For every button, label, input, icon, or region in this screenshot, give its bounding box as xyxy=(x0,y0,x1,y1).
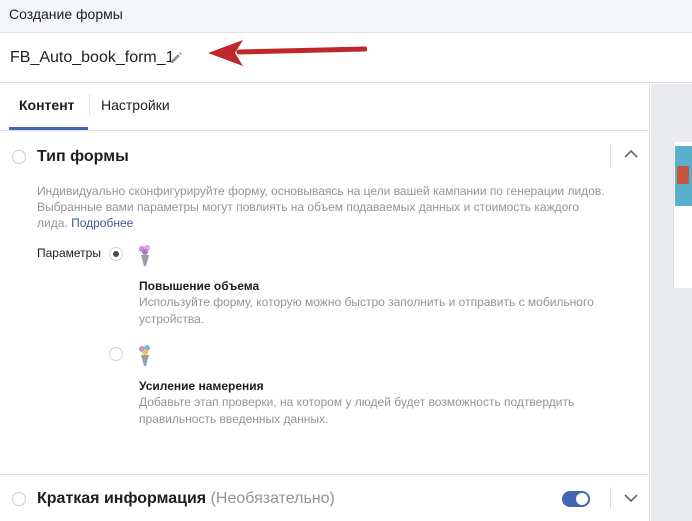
option-higher-intent-radio[interactable] xyxy=(109,347,123,361)
learn-more-link[interactable]: Подробнее xyxy=(71,216,133,230)
section-divider xyxy=(0,474,650,475)
section-divider-line xyxy=(610,487,611,509)
intro-section-radio[interactable] xyxy=(12,492,26,506)
form-type-title: Тип формы xyxy=(37,148,129,165)
option-higher-intent-title: Усиление намерения xyxy=(139,379,264,393)
tab-settings[interactable]: Настройки xyxy=(101,97,170,113)
option-more-volume-title: Повышение объема xyxy=(139,279,260,293)
tab-content[interactable]: Контент xyxy=(19,97,75,113)
pencil-icon[interactable] xyxy=(169,51,183,65)
editor-panel: Контент Настройки Тип формы Индивидуальн… xyxy=(0,84,650,521)
preview-image xyxy=(675,146,692,206)
page-title: Создание формы xyxy=(9,6,123,22)
option-higher-intent-description: Добавьте этап проверки, на котором у люд… xyxy=(139,395,575,426)
chevron-up-icon[interactable] xyxy=(624,149,638,159)
red-arrow-annotation xyxy=(208,40,367,66)
active-tab-indicator xyxy=(9,127,88,130)
optional-label: (Необязательно) xyxy=(210,490,335,507)
page-header: Создание формы xyxy=(0,0,692,33)
form-name[interactable]: FB_Auto_book_form_1 xyxy=(10,49,175,67)
intro-toggle-switch[interactable] xyxy=(562,491,590,507)
form-type-section-radio[interactable] xyxy=(12,150,26,164)
section-divider-line xyxy=(610,145,611,167)
tab-bar: Контент Настройки xyxy=(0,84,650,131)
params-label: Параметры xyxy=(37,246,101,260)
form-type-description: Индивидуально сконфигурируйте форму, осн… xyxy=(37,183,607,231)
chair-graphic xyxy=(677,166,689,184)
bouquet-icon xyxy=(139,245,150,266)
bouquet-icon xyxy=(139,345,150,366)
option-more-volume-radio[interactable] xyxy=(109,247,123,261)
chevron-down-icon[interactable] xyxy=(624,493,638,503)
option-more-volume-description: Используйте форму, которую можно быстро … xyxy=(139,295,594,326)
intro-section-title: Краткая информация (Необязательно) xyxy=(37,490,335,508)
intro-section-title-text: Краткая информация xyxy=(37,490,207,507)
tab-divider xyxy=(89,94,90,116)
